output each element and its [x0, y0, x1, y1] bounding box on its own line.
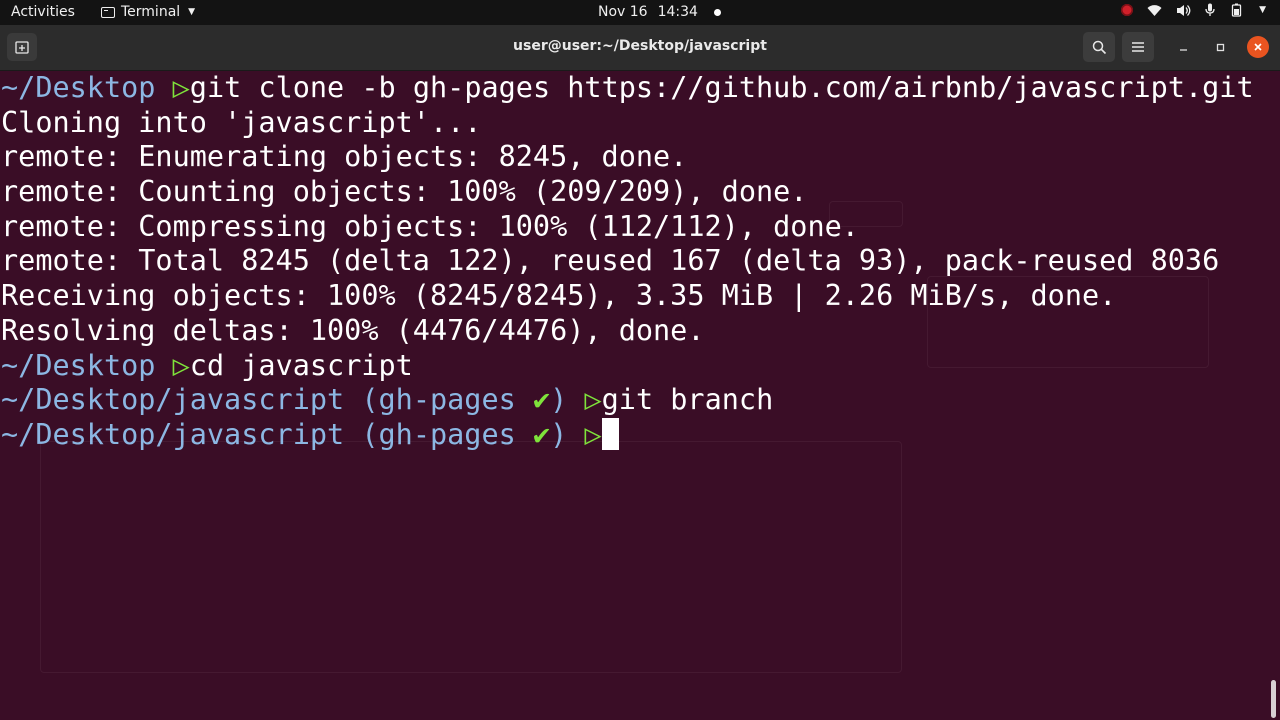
prompt-path: ~/Desktop: [1, 71, 156, 104]
prompt-arrow-icon: ▷: [584, 417, 602, 451]
clock-date: Nov 16: [598, 4, 648, 20]
output-text: remote: Compressing objects: 100% (112/1…: [1, 209, 859, 243]
maximize-button[interactable]: [1209, 36, 1231, 58]
terminal-output-line: remote: Total 8245 (delta 122), reused 1…: [0, 244, 1270, 279]
close-icon: [1254, 43, 1262, 51]
activities-button[interactable]: Activities: [11, 4, 75, 20]
system-tray[interactable]: ▼: [1121, 3, 1266, 17]
terminal-prompt-line: ~/Desktop/javascript (gh-pages ✔) ▷: [0, 417, 1270, 453]
command-text: cd javascript: [189, 348, 413, 382]
text-cursor: [601, 417, 619, 450]
output-text: Cloning into 'javascript'...: [1, 105, 482, 139]
clock-time: 14:34: [657, 4, 698, 20]
command-text: git branch: [601, 383, 774, 417]
clock[interactable]: Nov 16 14:34: [598, 4, 721, 20]
menu-icon: [1132, 42, 1144, 52]
volume-icon: [1176, 4, 1191, 17]
terminal-view[interactable]: ~/Desktop ▷git clone -b gh-pages https:/…: [0, 71, 1270, 720]
notification-dot-icon: [713, 8, 721, 16]
chevron-down-icon: ▼: [188, 7, 196, 17]
prompt-arrow-icon: ▷: [172, 71, 190, 104]
git-clean-check-icon: ✔: [532, 417, 551, 451]
prompt-git-branch: (gh-pages: [361, 417, 516, 451]
terminal-icon: [101, 7, 115, 18]
terminal-output: ~/Desktop ▷git clone -b gh-pages https:/…: [0, 71, 1270, 453]
output-text: remote: Counting objects: 100% (209/209)…: [1, 175, 808, 209]
terminal-output-line: remote: Counting objects: 100% (209/209)…: [0, 175, 1270, 210]
minimize-icon: [1179, 48, 1187, 51]
close-button[interactable]: [1247, 36, 1269, 58]
scrollbar[interactable]: [1271, 680, 1276, 718]
prompt-path: ~/Desktop/javascript: [1, 417, 345, 451]
output-text: Resolving deltas: 100% (4476/4476), done…: [1, 313, 705, 347]
menu-button[interactable]: [1122, 32, 1154, 62]
top-bar: Activities Terminal ▼ Nov 16 14:34 ▼: [0, 0, 1280, 25]
git-clean-check-icon: ✔: [532, 383, 551, 417]
record-indicator-icon[interactable]: [1121, 4, 1134, 16]
battery-icon: [1229, 3, 1245, 17]
microphone-icon: [1205, 3, 1215, 17]
search-icon: [1092, 40, 1106, 54]
minimize-button[interactable]: [1172, 36, 1194, 58]
app-menu-label: Terminal: [121, 4, 181, 20]
prompt-git-branch-close: ): [550, 383, 568, 417]
terminal-output-line: Cloning into 'javascript'...: [0, 106, 1270, 141]
terminal-output-line: Resolving deltas: 100% (4476/4476), done…: [0, 314, 1270, 349]
app-menu[interactable]: Terminal ▼: [101, 4, 195, 20]
terminal-prompt-line: ~/Desktop ▷cd javascript: [0, 349, 1270, 384]
wifi-icon: [1147, 4, 1162, 17]
command-text: git clone -b gh-pages https://github.com…: [189, 71, 1254, 104]
maximize-icon: [1216, 43, 1224, 51]
terminal-headerbar: user@user:~/Desktop/javascript: [0, 25, 1280, 71]
prompt-path: ~/Desktop: [1, 348, 156, 382]
prompt-path: ~/Desktop/javascript: [1, 383, 345, 417]
output-text: Receiving objects: 100% (8245/8245), 3.3…: [1, 279, 1117, 313]
chevron-down-icon: ▼: [1259, 5, 1266, 15]
terminal-output-line: remote: Enumerating objects: 8245, done.: [0, 140, 1270, 175]
prompt-arrow-icon: ▷: [172, 348, 190, 382]
prompt-git-branch-close: ): [550, 417, 568, 451]
output-text: remote: Enumerating objects: 8245, done.: [1, 140, 688, 174]
search-button[interactable]: [1083, 32, 1115, 62]
terminal-output-line: remote: Compressing objects: 100% (112/1…: [0, 210, 1270, 245]
prompt-arrow-icon: ▷: [584, 383, 602, 417]
terminal-prompt-line: ~/Desktop ▷git clone -b gh-pages https:/…: [0, 71, 1270, 106]
output-text: remote: Total 8245 (delta 122), reused 1…: [1, 244, 1220, 278]
terminal-output-line: Receiving objects: 100% (8245/8245), 3.3…: [0, 279, 1270, 314]
prompt-git-branch: (gh-pages: [361, 383, 516, 417]
terminal-prompt-line: ~/Desktop/javascript (gh-pages ✔) ▷git b…: [0, 383, 1270, 418]
